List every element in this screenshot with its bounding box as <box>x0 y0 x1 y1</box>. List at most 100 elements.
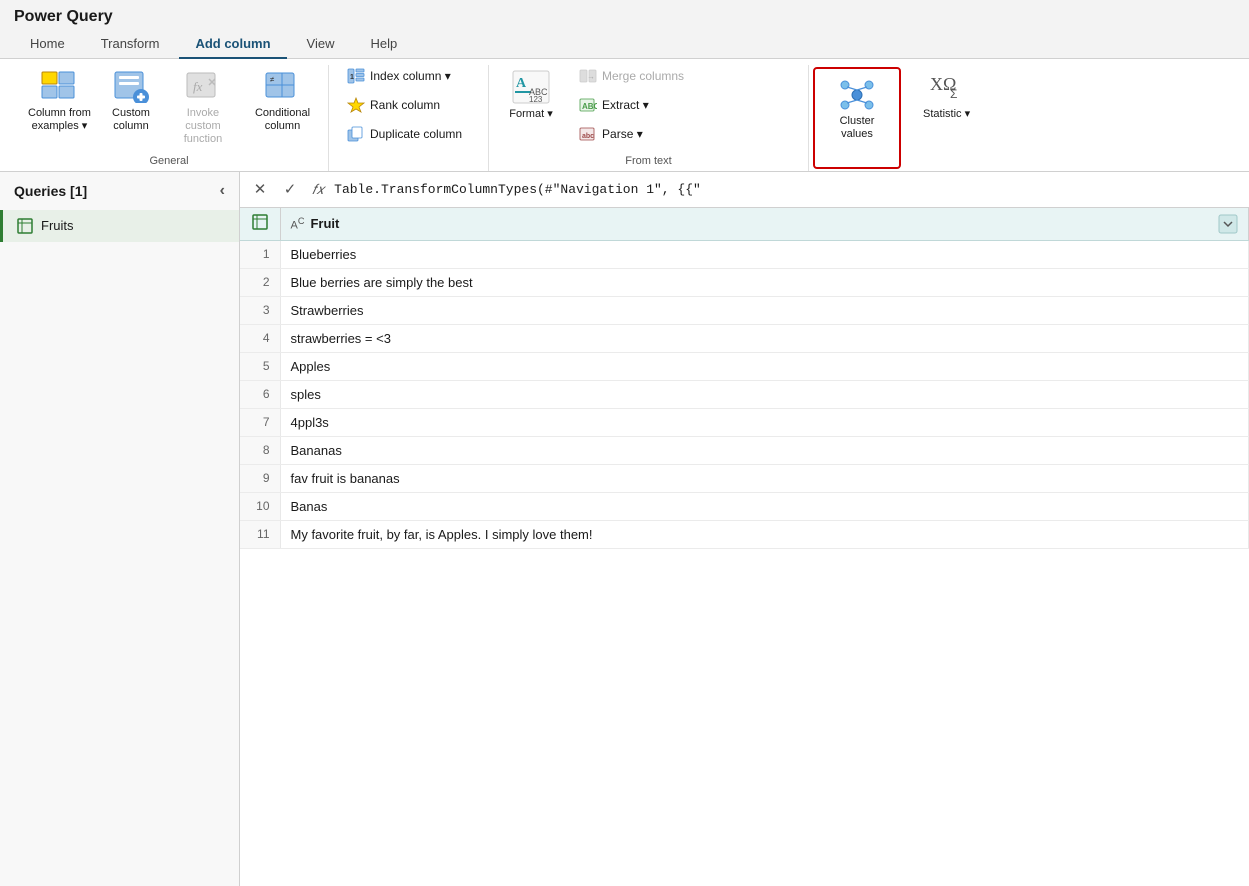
row-num-cell: 2 <box>240 268 280 296</box>
row-num-cell: 6 <box>240 380 280 408</box>
table-row: 6 sples <box>240 380 1249 408</box>
data-area: ✕ ✓ 𝑓𝑥 <box>240 172 1249 886</box>
table-row: 10 Banas <box>240 492 1249 520</box>
extract-button[interactable]: ABC Extract ▾ <box>571 94 701 116</box>
fruits-query-item[interactable]: Fruits <box>0 210 239 242</box>
statistics-icon: XΩ Σ <box>927 69 967 105</box>
statistics-label: Statistic ▾ <box>923 107 970 121</box>
invoke-custom-label: Invoke custom function <box>171 107 235 147</box>
ribbon-group-statistic: XΩ Σ Statistic ▾ <box>905 65 988 171</box>
fruit-cell: My favorite fruit, by far, is Apples. I … <box>280 520 1249 548</box>
rank-col-label: Rank column <box>370 98 440 112</box>
formula-cancel-button[interactable]: ✕ <box>248 177 272 201</box>
cluster-values-button[interactable]: Cluster values <box>825 73 889 145</box>
extract-icon: ABC <box>579 97 597 113</box>
rank-col-button[interactable]: Rank column <box>339 94 478 116</box>
conditional-col-button[interactable]: ≠ Conditional column <box>247 65 318 137</box>
ribbon-index-col: 1 Index column ▾ Rank column Duplicate c… <box>339 65 478 145</box>
index-col-label: Index column ▾ <box>370 69 451 83</box>
invoke-custom-button[interactable]: fx Invoke custom function <box>163 65 243 151</box>
queries-collapse-button[interactable]: ‹ <box>220 182 225 200</box>
col-type-label: AC <box>291 216 305 232</box>
row-num-cell: 1 <box>240 240 280 268</box>
statistics-button[interactable]: XΩ Σ Statistic ▾ <box>915 65 978 125</box>
ribbon-statistic-buttons: XΩ Σ Statistic ▾ <box>915 65 978 163</box>
conditional-col-icon: ≠ <box>262 69 302 105</box>
table-row: 8 Bananas <box>240 436 1249 464</box>
ribbon-group-from-text: A ABC 123 Format ▾ → Merge columns <box>489 65 809 171</box>
conditional-col-label: Conditional column <box>255 107 310 133</box>
table-row: 2 Blue berries are simply the best <box>240 268 1249 296</box>
index-col-button[interactable]: 1 Index column ▾ <box>339 65 478 87</box>
table-row: 4 strawberries = <3 <box>240 324 1249 352</box>
fruit-col-header[interactable]: AC Fruit <box>280 208 1249 241</box>
fruit-cell: Bananas <box>280 436 1249 464</box>
duplicate-col-button[interactable]: Duplicate column <box>339 123 478 145</box>
fruit-cell: Apples <box>280 352 1249 380</box>
fruit-cell: 4ppl3s <box>280 408 1249 436</box>
ribbon-general-label: General <box>20 151 318 167</box>
row-num-cell: 5 <box>240 352 280 380</box>
merge-icon: → <box>579 68 597 84</box>
duplicate-col-label: Duplicate column <box>370 127 462 141</box>
fruit-cell: strawberries = <3 <box>280 324 1249 352</box>
row-num-cell: 11 <box>240 520 280 548</box>
tab-help[interactable]: Help <box>355 30 414 59</box>
formula-bar: ✕ ✓ 𝑓𝑥 <box>240 172 1249 208</box>
svg-text:≠: ≠ <box>270 75 275 84</box>
row-num-cell: 4 <box>240 324 280 352</box>
row-num-cell: 3 <box>240 296 280 324</box>
table-row: 7 4ppl3s <box>240 408 1249 436</box>
parse-button[interactable]: abc Parse ▾ <box>571 123 701 145</box>
format-icon: A ABC 123 <box>511 69 551 105</box>
ribbon-group-general: Column from examples ▾ Custom column <box>10 65 329 171</box>
col-examples-button[interactable]: Column from examples ▾ <box>20 65 99 137</box>
tab-transform[interactable]: Transform <box>85 30 176 59</box>
table-row: 5 Apples <box>240 352 1249 380</box>
svg-text:A: A <box>516 76 527 91</box>
format-button[interactable]: A ABC 123 Format ▾ <box>499 65 563 125</box>
fruit-col-dropdown[interactable] <box>1218 214 1238 234</box>
data-table: AC Fruit <box>240 208 1249 886</box>
table-header-icon <box>252 214 268 230</box>
svg-text:→: → <box>587 72 595 81</box>
svg-text:fx: fx <box>193 79 203 94</box>
col-examples-label: Column from examples ▾ <box>28 107 91 133</box>
ribbon: Column from examples ▾ Custom column <box>0 59 1249 172</box>
row-num-cell: 8 <box>240 436 280 464</box>
parse-label: Parse ▾ <box>602 127 643 141</box>
table-row: 3 Strawberries <box>240 296 1249 324</box>
index-icon: 1 <box>347 68 365 84</box>
ribbon-cluster-buttons: Cluster values <box>825 73 889 159</box>
merge-cols-button[interactable]: → Merge columns <box>571 65 701 87</box>
formula-confirm-button[interactable]: ✓ <box>278 177 302 201</box>
ribbon-group-cluster: Cluster values <box>813 67 901 169</box>
parse-icon: abc <box>579 126 597 142</box>
rank-icon <box>347 97 365 113</box>
ribbon-index-group-label <box>339 163 478 167</box>
table-row: 11 My favorite fruit, by far, is Apples.… <box>240 520 1249 548</box>
main-area: Queries [1] ‹ Fruits ✕ ✓ 𝑓𝑥 <box>0 172 1249 886</box>
fruit-cell: sples <box>280 380 1249 408</box>
fruit-cell: Strawberries <box>280 296 1249 324</box>
custom-col-button[interactable]: Custom column <box>103 65 159 137</box>
merge-cols-label: Merge columns <box>602 69 684 83</box>
cluster-icon <box>837 77 877 113</box>
row-num-cell: 10 <box>240 492 280 520</box>
formula-input[interactable] <box>334 182 1241 197</box>
tab-home[interactable]: Home <box>14 30 81 59</box>
fruit-cell: Blueberries <box>280 240 1249 268</box>
row-num-cell: 7 <box>240 408 280 436</box>
format-label: Format ▾ <box>509 107 552 121</box>
tab-add-column[interactable]: Add column <box>179 30 286 59</box>
svg-text:1: 1 <box>350 74 354 81</box>
ribbon-group-index: 1 Index column ▾ Rank column Duplicate c… <box>329 65 489 171</box>
ribbon-cluster-label <box>825 159 889 163</box>
app-title: Power Query <box>14 8 113 25</box>
invoke-custom-icon: fx <box>183 69 223 105</box>
table-row: 1 Blueberries <box>240 240 1249 268</box>
custom-col-icon <box>111 69 151 105</box>
cluster-values-label: Cluster values <box>840 115 875 141</box>
tab-view[interactable]: View <box>291 30 351 59</box>
table-icon <box>17 218 33 234</box>
